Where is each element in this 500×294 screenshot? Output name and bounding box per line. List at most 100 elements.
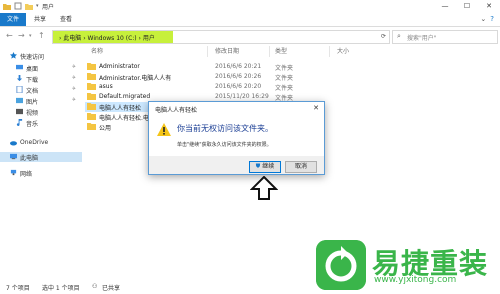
network-icon [10,169,17,176]
expand-ribbon-icon[interactable]: ⌄ [480,15,486,23]
column-header-date[interactable]: 修改日期 [215,46,239,57]
access-denied-dialog: 电脑人人有轻松 ✕ 你当前无权访问该文件夹。 单击"继续"获取永久访问该文件夹的… [148,101,325,175]
share-icon: ⚇ [92,283,98,290]
column-header-size[interactable]: 大小 [337,46,349,57]
minimize-button[interactable]: — [434,0,456,13]
nav-item-desktop[interactable]: 桌面 ✈ [0,63,82,73]
pin-icon: ✈ [71,86,76,92]
cancel-button[interactable]: 取消 [285,161,317,173]
ribbon-right-controls: ⌄ ? [480,15,494,23]
folder-icon [87,73,96,80]
column-divider[interactable] [207,46,208,57]
nav-item-label: 快速访问 [20,54,45,61]
help-icon[interactable]: ? [490,15,494,23]
tab-file[interactable]: 文件 [0,13,26,26]
file-date: 2016/6/6 20:26 [215,73,262,80]
search-input[interactable]: ⌕ 搜索"用户" [392,30,498,44]
nav-item-label: OneDrive [20,139,49,146]
nav-item-network[interactable]: 网络 [0,168,82,178]
nav-item-label: 桌面 [26,66,39,73]
column-divider[interactable] [269,46,270,57]
nav-item-label: 视频 [26,110,39,117]
quick-access-toolbar: ▾ [3,2,39,10]
column-divider[interactable] [329,46,330,57]
table-row[interactable]: asus 2016/6/6 20:20 文件夹 [85,82,495,92]
folder-icon [3,4,11,10]
music-icon [16,119,23,126]
toolbar-dropdown-icon[interactable]: ▾ [36,3,39,9]
warning-icon [157,123,171,136]
watermark-url: www.yjxitong.com [374,275,457,285]
dialog-title: 电脑人人有轻松 [155,107,198,114]
folder-icon [87,113,96,120]
dialog-close-button[interactable]: ✕ [313,104,319,112]
watermark: 易捷重装 www.yjxitong.com [316,240,498,290]
up-arrow-icon[interactable]: ↑ [38,31,45,40]
nav-item-this-pc[interactable]: 此电脑 [0,152,82,162]
document-icon [16,86,23,93]
refresh-icon[interactable]: ⟳ [381,33,386,40]
close-button[interactable]: ✕ [478,0,500,13]
pin-icon: ✈ [71,75,76,81]
pin-icon: ✈ [71,97,76,103]
star-icon [10,52,17,59]
maximize-button[interactable]: ☐ [456,0,478,13]
nav-item-pictures[interactable]: 图片 ✈ [0,96,82,106]
dialog-footer: ⛊ 继续 取消 [149,156,324,174]
nav-item-downloads[interactable]: 下载 ✈ [0,74,82,84]
file-type: 文件夹 [275,85,294,92]
nav-item-label: 网络 [20,171,33,178]
desktop-icon [16,64,23,70]
nav-item-label: 音乐 [26,121,39,128]
picture-icon [16,97,23,104]
recent-dropdown-icon[interactable]: ▾ [29,33,32,39]
continue-label: 继续 [262,163,275,170]
window-controls: — ☐ ✕ [434,0,500,13]
file-date: 2015/11/20 16:29 [215,93,269,100]
folder-icon [87,123,96,130]
address-box[interactable]: › 此电脑 › Windows 10 (C:) › 用户 ⟳ [52,30,390,44]
ribbon-tabs: 文件 共享 查看 ⌄ ? [0,13,500,27]
nav-item-documents[interactable]: 文档 ✈ [0,85,82,95]
properties-icon[interactable] [14,2,22,10]
table-row[interactable]: Administrator.电脑人人有 2016/6/6 20:26 文件夹 [85,72,495,82]
folder-icon [87,103,96,110]
column-header-type[interactable]: 类型 [275,46,287,57]
tab-view[interactable]: 查看 [56,13,76,26]
file-name: Administrator [99,63,140,70]
new-folder-icon[interactable] [25,2,33,10]
continue-button[interactable]: ⛊ 继续 [249,161,281,173]
column-header-name[interactable]: 名称 [91,46,103,57]
dialog-subtext: 单击"继续"获取永久访问该文件夹的权限。 [177,142,272,148]
table-row[interactable]: Administrator 2016/6/6 20:21 文件夹 [85,62,495,72]
dialog-body: 你当前无权访问该文件夹。 单击"继续"获取永久访问该文件夹的权限。 [149,115,324,156]
nav-item-label: 文档 [26,88,39,95]
back-arrow-icon[interactable]: ← [6,31,13,40]
forward-arrow-icon[interactable]: → [18,31,25,40]
title-bar: ▾ 用户 — ☐ ✕ [0,0,500,13]
file-name: asus [99,83,113,90]
item-count: 7 个项目 [6,285,30,292]
file-type: 文件夹 [275,75,294,82]
nav-item-quick-access[interactable]: 快速访问 [0,51,82,61]
search-placeholder: 搜索"用户" [407,35,437,42]
file-date: 2016/6/6 20:21 [215,63,262,70]
nav-item-videos[interactable]: 视频 [0,107,82,117]
navigation-pane: 快速访问 桌面 ✈ 下载 ✈ 文档 ✈ 图片 ✈ 视频 音乐 OneDrive … [0,46,82,278]
nav-item-label: 下载 [26,77,39,84]
cloud-icon [10,141,17,146]
tab-share[interactable]: 共享 [30,13,50,26]
computer-icon [10,153,17,160]
breadcrumb[interactable]: › 此电脑 › Windows 10 (C:) › 用户 [59,33,155,42]
file-name: 公用 [99,125,112,132]
nav-item-onedrive[interactable]: OneDrive [0,138,82,148]
file-date: 2016/6/6 20:20 [215,83,262,90]
nav-item-music[interactable]: 音乐 [0,118,82,128]
video-icon [16,108,23,115]
file-name: 电脑人人有轻松 [99,105,142,112]
search-icon: ⌕ [397,32,401,40]
file-name: Administrator.电脑人人有 [99,75,172,82]
explorer-window: ▾ 用户 — ☐ ✕ 文件 共享 查看 ⌄ ? ← → ▾ ↑ › 此电脑 › … [0,0,500,294]
nav-item-label: 此电脑 [20,155,39,162]
folder-icon [87,83,96,90]
